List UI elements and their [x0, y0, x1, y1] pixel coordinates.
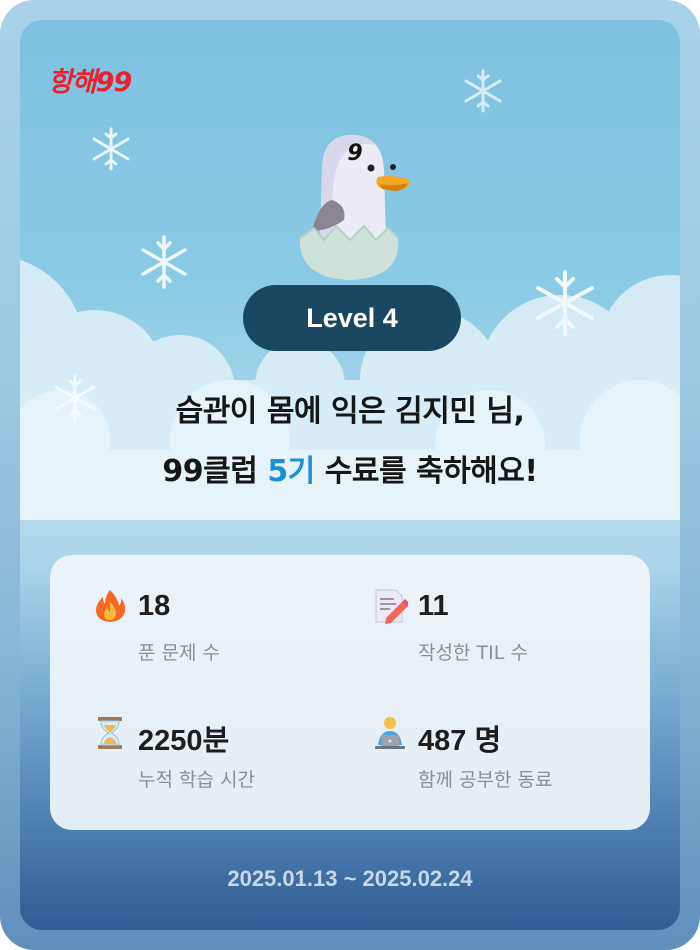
headline-prefix: 99클럽 [162, 454, 268, 489]
snowflake-icon [464, 69, 502, 113]
person-laptop-icon [375, 717, 405, 749]
hourglass-icon [98, 717, 122, 749]
snowflake-icon [536, 270, 594, 336]
stats-panel: 18 푼 문제 수 11 작성한 TIL 수 2250분 누적 학습 시간 48… [50, 555, 650, 830]
brand-logo: 항해99 [48, 67, 132, 98]
stat-value: 11 [418, 590, 449, 622]
headline-line-2: 99클럽 5기 수료를 축하해요! [20, 446, 680, 490]
outer-frame: 항해99 9 Level 4 습관이 몸에 익은 김지민 님, 99클럽 5기 … [0, 0, 700, 950]
course-period: 2025.01.13 ~ 2025.02.24 [227, 866, 473, 891]
certificate-card: 항해99 9 Level 4 습관이 몸에 익은 김지민 님, 99클럽 5기 … [20, 20, 680, 930]
stat-label: 함께 공부한 동료 [418, 769, 553, 791]
stat-label: 작성한 TIL 수 [418, 642, 528, 664]
fire-icon [96, 590, 126, 622]
stat-value: 2250분 [138, 725, 230, 757]
mascot-head-number: 9 [347, 141, 362, 166]
snowflake-icon [92, 127, 130, 171]
cohort-highlight: 5기 [267, 454, 315, 489]
headline-line-1: 습관이 몸에 익은 김지민 님, [175, 394, 525, 429]
level-badge: Level 4 [243, 285, 461, 351]
stat-value: 18 [138, 590, 171, 622]
stat-value: 487 명 [418, 725, 502, 757]
stat-label: 누적 학습 시간 [138, 769, 255, 791]
mascot-illustration: 9 [299, 135, 410, 280]
stat-label: 푼 문제 수 [138, 642, 220, 664]
snowflake-icon [141, 235, 187, 289]
headline-suffix: 수료를 축하해요! [314, 454, 538, 489]
memo-pencil-icon [375, 589, 408, 624]
